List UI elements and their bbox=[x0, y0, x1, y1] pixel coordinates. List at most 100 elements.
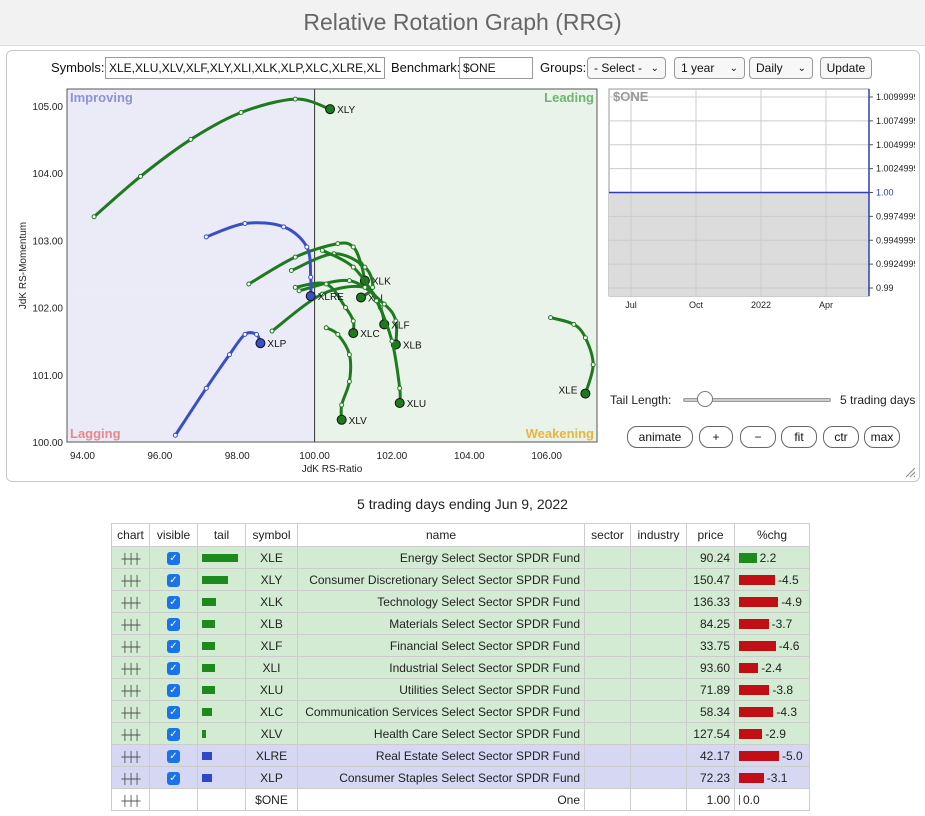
series-point bbox=[308, 274, 314, 280]
series-point bbox=[346, 278, 352, 284]
table-row[interactable]: ┼┼┼ ✓ XLI Industrial Select Sector SPDR Fun… bbox=[111, 656, 810, 679]
chart-cell[interactable]: ┼┼┼ bbox=[111, 546, 150, 569]
symbol-cell[interactable]: XLV bbox=[245, 722, 298, 745]
center-button[interactable]: ctr bbox=[823, 426, 859, 448]
name-cell: Health Care Select Sector SPDR Fund bbox=[297, 722, 585, 745]
chart-cell[interactable]: ┼┼┼ bbox=[111, 568, 150, 591]
visible-checkbox[interactable]: ✓ bbox=[167, 639, 180, 653]
chart-cell[interactable]: ┼┼┼ bbox=[111, 678, 150, 701]
symbol-cell[interactable]: XLU bbox=[245, 678, 298, 701]
visible-checkbox[interactable]: ✓ bbox=[167, 705, 180, 719]
fit-button[interactable]: fit bbox=[781, 426, 817, 448]
visible-checkbox[interactable]: ✓ bbox=[167, 573, 180, 587]
quadrant-label-weakening: Weakening bbox=[526, 426, 594, 441]
benchmark-input[interactable] bbox=[459, 57, 533, 79]
frequency-select-value: Daily bbox=[756, 61, 783, 75]
table-row[interactable]: ┼┼┼ ✓ XLC Communication Services Select Sec… bbox=[111, 700, 810, 723]
quadrant-leading bbox=[314, 89, 597, 296]
column-header-pctchg[interactable]: %chg bbox=[734, 523, 810, 547]
candlestick-chart-icon[interactable]: ┼┼┼ bbox=[121, 576, 140, 587]
chart-cell[interactable]: ┼┼┼ bbox=[111, 722, 150, 745]
symbol-cell[interactable]: XLY bbox=[245, 568, 298, 591]
visible-checkbox[interactable]: ✓ bbox=[167, 551, 180, 565]
candlestick-chart-icon[interactable]: ┼┼┼ bbox=[121, 664, 140, 675]
y-tick-label: 103.00 bbox=[32, 236, 63, 247]
visible-checkbox[interactable]: ✓ bbox=[167, 771, 180, 785]
chart-cell[interactable]: ┼┼┼ bbox=[111, 656, 150, 679]
tail-length-bar bbox=[202, 664, 215, 673]
sector-cell bbox=[584, 656, 631, 679]
quadrant-lagging bbox=[67, 295, 315, 442]
chart-cell[interactable]: ┼┼┼ bbox=[111, 788, 150, 811]
chart-cell[interactable]: ┼┼┼ bbox=[111, 590, 150, 613]
symbol-cell[interactable]: $ONE bbox=[245, 788, 298, 811]
frequency-select[interactable]: Daily ⌄ bbox=[749, 57, 813, 79]
name-cell: Financial Select Sector SPDR Fund bbox=[297, 634, 585, 657]
symbol-cell[interactable]: XLE bbox=[245, 546, 298, 569]
symbol-cell[interactable]: XLF bbox=[245, 634, 298, 657]
column-header-sector[interactable]: sector bbox=[584, 523, 631, 547]
period-select[interactable]: 1 year ⌄ bbox=[674, 57, 745, 79]
table-row[interactable]: ┼┼┼ ✓ XLE Energy Select Sector SPDR Fund 90.… bbox=[111, 546, 810, 569]
table-row[interactable]: ┼┼┼ $ONE One 1.00 0.0 bbox=[111, 788, 810, 811]
candlestick-chart-icon[interactable]: ┼┼┼ bbox=[121, 774, 140, 785]
candlestick-chart-icon[interactable]: ┼┼┼ bbox=[121, 620, 140, 631]
symbol-cell[interactable]: XLI bbox=[245, 656, 298, 679]
table-row[interactable]: ┼┼┼ ✓ XLV Health Care Select Sector SPDR Fu… bbox=[111, 722, 810, 745]
column-header-tail[interactable]: tail bbox=[197, 523, 246, 547]
pct-change-value: -5.0 bbox=[782, 748, 803, 763]
tail-length-slider-thumb[interactable] bbox=[697, 391, 714, 407]
table-row[interactable]: ┼┼┼ ✓ XLRE Real Estate Select Sector SPDR F… bbox=[111, 744, 810, 767]
zoom-in-button[interactable]: + bbox=[699, 426, 733, 448]
chart-cell[interactable]: ┼┼┼ bbox=[111, 744, 150, 767]
animate-button[interactable]: animate bbox=[627, 426, 693, 448]
max-button[interactable]: max bbox=[864, 426, 900, 448]
chart-cell[interactable]: ┼┼┼ bbox=[111, 634, 150, 657]
table-row[interactable]: ┼┼┼ ✓ XLP Consumer Staples Select Sector SP… bbox=[111, 766, 810, 789]
chart-cell[interactable]: ┼┼┼ bbox=[111, 612, 150, 635]
series-head-point bbox=[580, 388, 591, 399]
resize-grip-icon[interactable] bbox=[904, 466, 916, 478]
update-button[interactable]: Update bbox=[820, 57, 872, 79]
table-row[interactable]: ┼┼┼ ✓ XLU Utilities Select Sector SPDR Fund… bbox=[111, 678, 810, 701]
visible-checkbox[interactable]: ✓ bbox=[167, 749, 180, 763]
symbol-cell[interactable]: XLC bbox=[245, 700, 298, 723]
chart-cell[interactable]: ┼┼┼ bbox=[111, 700, 150, 723]
candlestick-chart-icon[interactable]: ┼┼┼ bbox=[121, 642, 140, 653]
candlestick-chart-icon[interactable]: ┼┼┼ bbox=[121, 708, 140, 719]
table-row[interactable]: ┼┼┼ ✓ XLY Consumer Discretionary Select Sec… bbox=[111, 568, 810, 591]
symbol-cell[interactable]: XLB bbox=[245, 612, 298, 635]
zoom-out-button[interactable]: − bbox=[740, 426, 776, 448]
series-head-point bbox=[356, 292, 367, 303]
symbol-cell[interactable]: XLK bbox=[245, 590, 298, 613]
column-header-visible[interactable]: visible bbox=[149, 523, 198, 547]
visible-checkbox[interactable]: ✓ bbox=[167, 683, 180, 697]
table-row[interactable]: ┼┼┼ ✓ XLF Financial Select Sector SPDR Fund… bbox=[111, 634, 810, 657]
visible-checkbox[interactable]: ✓ bbox=[167, 617, 180, 631]
column-header-price[interactable]: price bbox=[686, 523, 735, 547]
symbol-cell[interactable]: XLRE bbox=[245, 744, 298, 767]
visible-checkbox[interactable]: ✓ bbox=[167, 661, 180, 675]
symbol-cell[interactable]: XLP bbox=[245, 766, 298, 789]
column-header-name[interactable]: name bbox=[297, 523, 585, 547]
candlestick-chart-icon[interactable]: ┼┼┼ bbox=[121, 686, 140, 697]
column-header-symbol[interactable]: symbol bbox=[245, 523, 298, 547]
candlestick-chart-icon[interactable]: ┼┼┼ bbox=[121, 796, 140, 807]
candlestick-chart-icon[interactable]: ┼┼┼ bbox=[121, 730, 140, 741]
column-header-chart[interactable]: chart bbox=[111, 523, 150, 547]
chart-cell[interactable]: ┼┼┼ bbox=[111, 766, 150, 789]
candlestick-chart-icon[interactable]: ┼┼┼ bbox=[121, 598, 140, 609]
visible-checkbox[interactable]: ✓ bbox=[167, 727, 180, 741]
candlestick-chart-icon[interactable]: ┼┼┼ bbox=[121, 752, 140, 763]
table-row[interactable]: ┼┼┼ ✓ XLB Materials Select Sector SPDR Fund… bbox=[111, 612, 810, 635]
x-tick-label: 98.00 bbox=[225, 451, 250, 462]
visible-checkbox[interactable]: ✓ bbox=[167, 595, 180, 609]
groups-select[interactable]: - Select - ⌄ bbox=[587, 57, 666, 79]
series-head-point bbox=[336, 414, 347, 425]
column-header-industry[interactable]: industry bbox=[630, 523, 687, 547]
symbols-input[interactable] bbox=[105, 57, 385, 79]
visible-cell: ✓ bbox=[149, 722, 198, 745]
candlestick-chart-icon[interactable]: ┼┼┼ bbox=[121, 554, 140, 565]
pct-change-bar bbox=[739, 773, 764, 784]
table-row[interactable]: ┼┼┼ ✓ XLK Technology Select Sector SPDR Fun… bbox=[111, 590, 810, 613]
